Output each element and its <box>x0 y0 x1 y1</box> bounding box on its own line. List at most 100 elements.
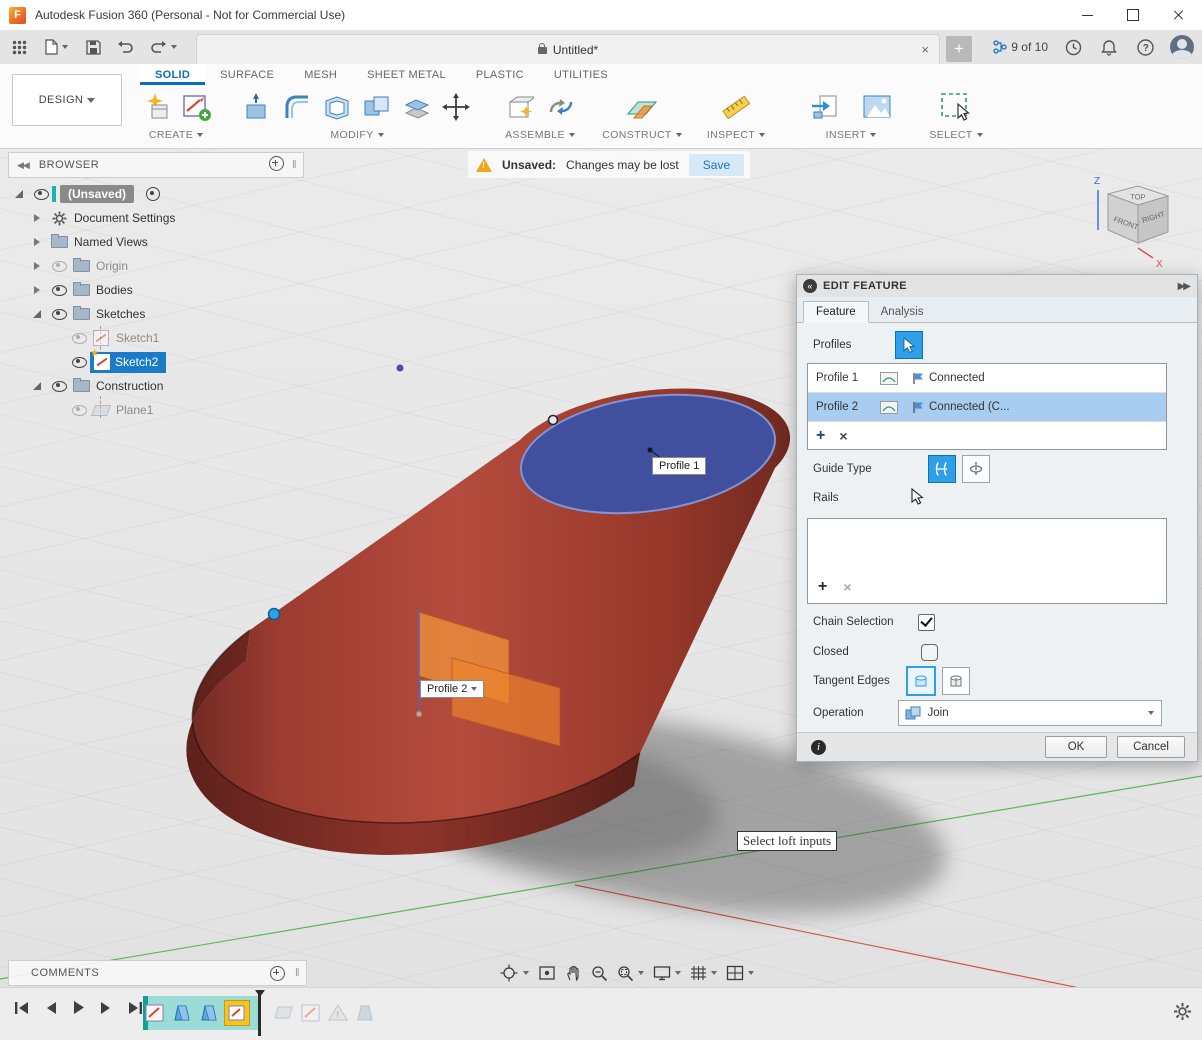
tree-row-sketches[interactable]: Sketches <box>8 302 304 326</box>
timeline-loft-item[interactable] <box>353 1001 377 1025</box>
profile2-dropdown[interactable]: Profile 2 <box>420 680 484 698</box>
timeline-loft1-item[interactable] <box>170 1001 194 1025</box>
profile1-tag[interactable]: Profile 1 <box>652 457 706 475</box>
collapsed-arrow-icon[interactable] <box>34 262 40 270</box>
tangent-edges-merged-button[interactable] <box>906 666 936 696</box>
timeline-loft2-item[interactable] <box>197 1001 221 1025</box>
eye-off-icon[interactable] <box>72 333 87 344</box>
guide-type-rails-button[interactable] <box>928 455 956 483</box>
collapsed-arrow-icon[interactable] <box>34 238 40 246</box>
zoom-window-button[interactable] <box>617 965 644 982</box>
group-select-label[interactable]: SELECT <box>912 129 1000 141</box>
tab-plastic[interactable]: PLASTIC <box>461 64 539 85</box>
remove-profile-button[interactable]: × <box>839 429 847 443</box>
document-tab-close-icon[interactable]: × <box>921 43 929 56</box>
remove-rail-button[interactable]: × <box>843 580 851 594</box>
dialog-tab-analysis[interactable]: Analysis <box>869 302 936 322</box>
group-insert-label[interactable]: INSERT <box>786 129 916 141</box>
tab-solid[interactable]: SOLID <box>140 64 205 85</box>
dialog-header[interactable]: « EDIT FEATURE ▶▶ <box>797 275 1197 298</box>
viewcube[interactable]: Z X TOP FRONT RIGHT <box>1080 168 1200 273</box>
panel-grip[interactable]: ‖ <box>292 159 297 171</box>
profiles-select-button[interactable] <box>895 331 923 359</box>
eye-icon[interactable] <box>52 309 67 320</box>
add-rail-button[interactable]: + <box>818 579 827 595</box>
group-inspect-label[interactable]: INSPECT <box>692 129 780 141</box>
tree-row-root[interactable]: (Unsaved) <box>8 182 304 206</box>
zoom-button[interactable] <box>591 965 608 982</box>
selected-tree-item[interactable]: ★ Sketch2 <box>90 352 166 373</box>
group-modify-label[interactable]: MODIFY <box>240 129 474 141</box>
timeline-sketch-item[interactable] <box>299 1001 323 1025</box>
dialog-expand-icon[interactable]: ▶▶ <box>1178 281 1189 292</box>
timeline-sketch1-item[interactable] <box>143 1001 167 1025</box>
tangent-edges-separate-button[interactable] <box>942 667 970 695</box>
rails-listbox[interactable]: + × <box>807 518 1167 604</box>
undo-button[interactable] <box>114 36 136 58</box>
timeline-position-marker[interactable] <box>258 990 261 1036</box>
tree-label[interactable]: Origin <box>96 259 128 273</box>
chain-selection-checkbox[interactable] <box>918 614 935 631</box>
dialog-tab-feature[interactable]: Feature <box>803 301 869 323</box>
tree-label[interactable]: Construction <box>96 379 163 393</box>
tree-label[interactable]: Document Settings <box>74 211 175 225</box>
eye-icon[interactable] <box>34 189 49 200</box>
edge-selection-point[interactable] <box>269 609 280 620</box>
tree-row-sketch1[interactable]: Sketch1 <box>8 326 304 350</box>
group-assemble-label[interactable]: ASSEMBLE <box>492 129 588 141</box>
maximize-button[interactable] <box>1110 0 1156 30</box>
tab-surface[interactable]: SURFACE <box>205 64 289 85</box>
joint-icon[interactable] <box>542 88 580 126</box>
collapsed-arrow-icon[interactable] <box>34 214 40 222</box>
add-comment-icon[interactable] <box>270 966 285 981</box>
create-sketch-icon[interactable] <box>178 88 216 126</box>
tree-row-plane1[interactable]: Plane1 <box>8 398 304 422</box>
design-workspace-dropdown[interactable]: DESIGN <box>12 74 122 126</box>
select-icon[interactable] <box>937 88 975 126</box>
construction-plane-icon[interactable] <box>623 88 661 126</box>
tree-row-origin[interactable]: Origin <box>8 254 304 278</box>
expanded-arrow-icon[interactable] <box>15 190 23 198</box>
closed-checkbox[interactable] <box>921 644 938 661</box>
tab-mesh[interactable]: MESH <box>289 64 352 85</box>
combine-icon[interactable] <box>359 88 395 126</box>
save-warning-button[interactable]: Save <box>689 154 744 176</box>
tree-row-sketch2[interactable]: ★ Sketch2 <box>8 350 304 374</box>
pan-button[interactable] <box>565 965 582 982</box>
tree-label[interactable]: Sketch1 <box>116 331 159 345</box>
browser-minimize-icon[interactable] <box>269 156 284 174</box>
profile-row-2[interactable]: Profile 2 Connected (C... <box>808 393 1166 422</box>
profile-row-1[interactable]: Profile 1 Connected <box>808 364 1166 393</box>
step-back-button[interactable] <box>45 1001 57 1015</box>
help-icon[interactable]: ? <box>1134 36 1156 58</box>
tree-row-construction[interactable]: Construction <box>8 374 304 398</box>
cancel-button[interactable]: Cancel <box>1117 736 1185 758</box>
fillet-icon[interactable] <box>280 88 316 126</box>
timeline-settings-gear-icon[interactable] <box>1173 1002 1192 1024</box>
move-icon[interactable] <box>438 88 474 126</box>
panel-grip[interactable]: ‖ <box>295 967 300 979</box>
app-grid-icon[interactable] <box>8 36 30 58</box>
eye-icon[interactable] <box>52 381 67 392</box>
notifications-bell-icon[interactable] <box>1098 36 1120 58</box>
display-settings-button[interactable] <box>653 965 681 981</box>
grid-snap-button[interactable] <box>690 965 717 981</box>
shell-icon[interactable] <box>319 88 355 126</box>
group-create-label[interactable]: CREATE <box>130 129 222 141</box>
skip-to-end-button[interactable] <box>127 1001 143 1015</box>
insert-derive-icon[interactable] <box>806 88 844 126</box>
orbit-button[interactable] <box>500 964 529 982</box>
collapse-panel-icon[interactable]: ◀◀ <box>17 160 29 171</box>
rim-sketch-point[interactable] <box>549 416 558 425</box>
redo-button[interactable] <box>146 36 180 58</box>
press-pull-icon[interactable] <box>240 88 276 126</box>
save-button[interactable] <box>82 36 104 58</box>
collapsed-arrow-icon[interactable] <box>34 286 40 294</box>
expanded-arrow-icon[interactable] <box>33 382 41 390</box>
tab-utilities[interactable]: UTILITIES <box>539 64 623 85</box>
document-tab[interactable]: Untitled* × <box>196 34 940 65</box>
document-root-label[interactable]: (Unsaved) <box>60 185 134 203</box>
job-status-clock-icon[interactable] <box>1062 36 1084 58</box>
create-form-icon[interactable] <box>136 88 174 126</box>
add-profile-button[interactable]: + <box>816 428 825 444</box>
